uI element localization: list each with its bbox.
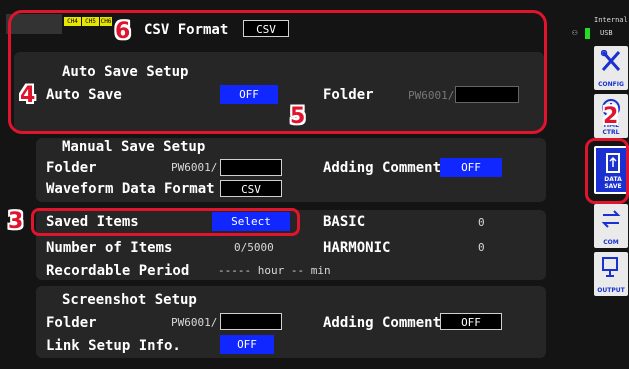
network-icon: ⚇ (572, 28, 578, 38)
output-icon (602, 257, 618, 277)
screenshot-comment-label: Adding Comment (323, 315, 442, 331)
callout-number-6: 6 (115, 19, 131, 44)
sidebar-item-output[interactable]: OUTPUT (594, 252, 628, 296)
manual-save-comment-label: Adding Comment (323, 160, 442, 176)
manual-save-folder-prefix: PW6001/ (171, 161, 218, 174)
storage-label: Internal (594, 16, 628, 24)
sidebar: Internal ⚇ USB CONFIG TIME CTRL DATA SAV… (560, 0, 629, 369)
callout-frame-saved-items (31, 208, 300, 236)
screenshot-folder-field[interactable] (220, 313, 282, 330)
callout-frame-auto-save (8, 10, 547, 134)
basic-label: BASIC (323, 214, 366, 230)
storage-value: USB (600, 29, 613, 37)
sidebar-item-label: COM (603, 239, 619, 246)
number-of-items-label: Number of Items (46, 240, 173, 256)
sidebar-item-com[interactable]: COM (594, 204, 628, 248)
basic-value: 0 (478, 216, 485, 229)
usb-indicator (585, 28, 590, 39)
callout-number-5: 5 (290, 104, 306, 129)
manual-save-comment-toggle[interactable]: OFF (440, 158, 502, 177)
screenshot-folder-label: Folder (46, 315, 97, 331)
callout-number-3: 3 (8, 209, 24, 234)
callout-number-4: 4 (20, 83, 36, 108)
waveform-format-field[interactable]: CSV (220, 180, 282, 197)
link-setup-label: Link Setup Info. (46, 338, 181, 354)
sidebar-item-config[interactable]: CONFIG (594, 46, 628, 90)
harmonic-label: HARMONIC (323, 240, 391, 256)
wrench-screwdriver-icon (601, 50, 621, 71)
sidebar-item-label: OUTPUT (597, 287, 625, 294)
harmonic-value: 0 (478, 241, 485, 254)
recordable-period-label: Recordable Period (46, 263, 190, 279)
callout-frame-data-save (585, 138, 629, 204)
number-of-items-value: 0/5000 (234, 241, 274, 254)
link-setup-toggle[interactable]: OFF (220, 335, 274, 354)
screenshot-folder-prefix: PW6001/ (171, 316, 218, 329)
arrows-icon (601, 210, 621, 228)
main-area: CH4 CH5 CH6 CSV Format CSV Auto Save Set… (0, 0, 560, 369)
recordable-period-value: ----- hour -- min (218, 264, 331, 277)
manual-save-folder-field[interactable] (220, 159, 282, 176)
sidebar-item-label: CONFIG (598, 81, 624, 88)
screenshot-header: Screenshot Setup (62, 292, 197, 308)
screenshot-comment-field[interactable]: OFF (440, 313, 502, 330)
callout-number-2: 2 (603, 104, 619, 129)
manual-save-header: Manual Save Setup (62, 139, 206, 155)
waveform-format-label: Waveform Data Format (46, 181, 215, 197)
manual-save-folder-label: Folder (46, 160, 97, 176)
